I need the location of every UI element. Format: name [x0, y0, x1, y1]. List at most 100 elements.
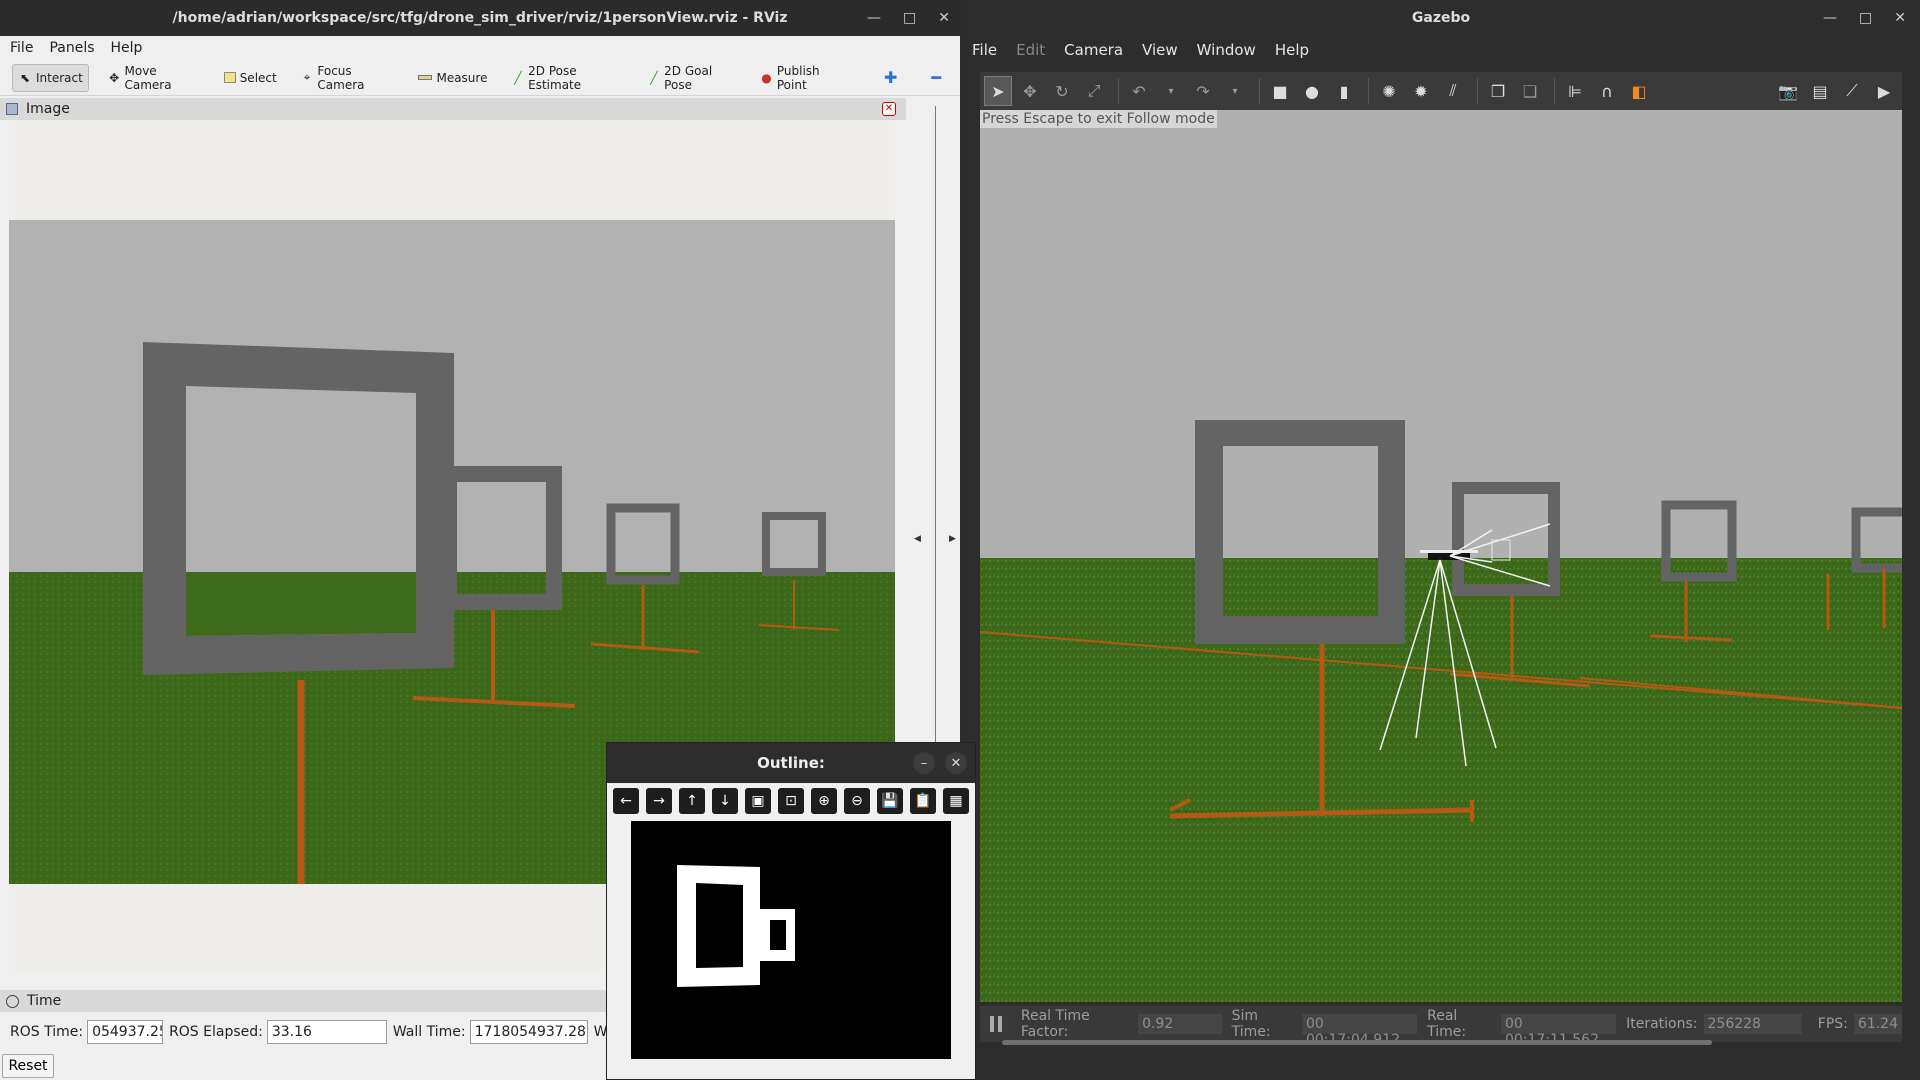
tool-label: Measure — [436, 70, 488, 85]
tool-label: Focus Camera — [317, 63, 365, 92]
wall-time-field[interactable]: 1718054937.28 — [469, 1020, 588, 1044]
video-record-icon[interactable]: ▶ — [1870, 76, 1898, 106]
scale-mode-icon[interactable]: ⤢ — [1080, 76, 1108, 106]
focus-camera-icon: ⌖ — [303, 70, 311, 84]
tool-interact[interactable]: ⬉ Interact — [12, 63, 89, 92]
directional-light-icon[interactable]: ⫽ — [1439, 76, 1467, 106]
zoom-out-icon[interactable]: ⊖ — [844, 788, 870, 814]
rviz-titlebar: /home/adrian/workspace/src/tfg/drone_sim… — [0, 0, 960, 36]
outline-shapes — [677, 865, 795, 987]
properties-icon[interactable]: ▦ — [943, 788, 969, 814]
image-panel-header: Image ✕ — [0, 98, 906, 120]
log-icon[interactable]: ▤ — [1806, 76, 1834, 106]
reset-button[interactable]: Reset — [2, 1054, 54, 1078]
rotate-mode-icon[interactable]: ↻ — [1048, 76, 1076, 106]
copy-icon[interactable]: ❐ — [1484, 76, 1512, 106]
gazebo-menubar: File Edit Camera View Window Help — [962, 36, 1920, 64]
menu-window[interactable]: Window — [1187, 41, 1265, 59]
maximize-icon[interactable]: □ — [903, 10, 916, 26]
paste-icon[interactable]: ❏ — [1516, 76, 1544, 106]
plot-icon[interactable]: ⟋ — [1838, 76, 1866, 106]
minimize-icon[interactable]: – — [913, 752, 935, 774]
save-icon[interactable]: 💾 — [877, 788, 903, 814]
gazebo-toolbar: ➤ ✥ ↻ ⤢ ↶ ▾ ↷ ▾ ■ ● ▮ ✺ ✹ ⫽ ❐ ❏ ⊫ ∩ ◧ 📷 … — [980, 72, 1902, 110]
tool-select[interactable]: Select — [219, 64, 282, 92]
redo-dropdown-icon[interactable]: ▾ — [1221, 76, 1249, 106]
menu-file[interactable]: File — [0, 40, 39, 56]
arrow-left-icon[interactable]: ← — [613, 788, 639, 814]
real-time-factor-label: Real Time Factor: — [1020, 1008, 1090, 1040]
gazebo-window: Gazebo — □ ✕ File Edit Camera View Windo… — [962, 0, 1920, 1080]
ros-elapsed-field[interactable]: 33.16 — [266, 1020, 387, 1044]
maximize-icon[interactable]: □ — [1859, 10, 1872, 26]
horizontal-scrollbar[interactable] — [1002, 1040, 1712, 1045]
close-icon[interactable]: ✕ — [945, 752, 967, 774]
close-icon[interactable]: ✕ — [1894, 10, 1906, 26]
translate-mode-icon[interactable]: ✥ — [1016, 76, 1044, 106]
align-icon[interactable]: ⊫ — [1561, 76, 1589, 106]
undo-dropdown-icon[interactable]: ▾ — [1157, 76, 1185, 106]
box-shape-icon[interactable]: ■ — [1266, 76, 1294, 106]
tool-measure[interactable]: Measure — [413, 64, 492, 92]
pause-icon[interactable] — [990, 1016, 1003, 1032]
image-panel-icon — [6, 103, 18, 115]
menu-camera[interactable]: Camera — [1054, 41, 1132, 59]
select-box-icon — [223, 72, 236, 83]
menu-help[interactable]: Help — [1265, 41, 1318, 59]
remove-tool-button[interactable]: ━ — [926, 64, 946, 92]
green-arrow-icon: ╱ — [650, 70, 658, 85]
select-mode-icon[interactable]: ➤ — [984, 76, 1012, 106]
time-panel-title: Time — [27, 993, 62, 1009]
outline-titlebar: Outline: – ✕ — [607, 743, 975, 783]
change-view-icon[interactable]: ◧ — [1625, 76, 1653, 106]
tool-move-camera[interactable]: ✥ Move Camera — [103, 64, 205, 92]
collapse-left-icon[interactable]: ◀ — [914, 534, 921, 544]
redo-icon[interactable]: ↷ — [1189, 76, 1217, 106]
time-panel-row: ROS Time: 054937.25 ROS Elapsed: 33.16 W… — [0, 1018, 611, 1046]
spot-light-icon[interactable]: ✹ — [1407, 76, 1435, 106]
cursor-icon: ⬉ — [19, 70, 31, 85]
fps-label: FPS: — [1817, 1016, 1848, 1032]
tool-focus-camera[interactable]: ⌖ Focus Camera — [296, 64, 400, 92]
minimize-icon[interactable]: — — [1823, 10, 1837, 26]
outline-toolbar: ← → ↑ ↓ ▣ ⊡ ⊕ ⊖ 💾 📋 ▦ — [607, 783, 975, 819]
original-size-icon[interactable]: ⊡ — [778, 788, 804, 814]
gazebo-status-bar: Real Time Factor: 0.92 Sim Time: 00 00:1… — [980, 1006, 1902, 1048]
collapse-right-icon[interactable]: ▶ — [949, 534, 956, 544]
tool-publish-point[interactable]: ● Publish Point — [755, 64, 851, 92]
add-tool-button[interactable]: ✚ — [879, 64, 902, 92]
close-icon[interactable]: ✕ — [938, 10, 950, 26]
tool-2d-pose-estimate[interactable]: ╱ 2D Pose Estimate — [506, 64, 628, 92]
real-time-factor-value: 0.92 — [1138, 1014, 1222, 1034]
menu-help[interactable]: Help — [101, 40, 149, 56]
zoom-in-icon[interactable]: ⊕ — [811, 788, 837, 814]
snap-icon[interactable]: ∩ — [1593, 76, 1621, 106]
gazebo-3d-viewport[interactable] — [980, 110, 1902, 1002]
sim-time-label: Sim Time: — [1231, 1008, 1271, 1040]
menu-panels[interactable]: Panels — [39, 40, 100, 56]
arrow-right-icon[interactable]: → — [646, 788, 672, 814]
menu-file[interactable]: File — [962, 41, 1006, 59]
screenshot-icon[interactable]: 📷 — [1774, 76, 1802, 106]
tool-label: 2D Goal Pose — [664, 63, 713, 92]
zoom-to-rect-icon[interactable]: ▣ — [745, 788, 771, 814]
move-camera-icon: ✥ — [109, 70, 120, 85]
minimize-icon[interactable]: — — [867, 10, 881, 26]
tool-2d-goal-pose[interactable]: ╱ 2D Goal Pose — [643, 64, 742, 92]
rviz-window-title: /home/adrian/workspace/src/tfg/drone_sim… — [172, 10, 788, 26]
undo-icon[interactable]: ↶ — [1125, 76, 1153, 106]
arrow-up-icon[interactable]: ↑ — [679, 788, 705, 814]
arrow-down-icon[interactable]: ↓ — [712, 788, 738, 814]
real-time-value: 00 00:17:11.562 — [1500, 1014, 1617, 1048]
tool-label: Move Camera — [124, 63, 172, 92]
plus-icon: ✚ — [883, 68, 898, 87]
sphere-shape-icon[interactable]: ● — [1298, 76, 1326, 106]
ros-time-field[interactable]: 054937.25 — [87, 1020, 164, 1044]
panel-close-icon[interactable]: ✕ — [882, 102, 896, 116]
point-light-icon[interactable]: ✺ — [1375, 76, 1403, 106]
cylinder-shape-icon[interactable]: ▮ — [1330, 76, 1358, 106]
iterations-value: 256228 — [1703, 1014, 1802, 1034]
copy-to-clipboard-icon[interactable]: 📋 — [910, 788, 936, 814]
map-pin-icon: ● — [761, 70, 772, 85]
menu-view[interactable]: View — [1132, 41, 1187, 59]
